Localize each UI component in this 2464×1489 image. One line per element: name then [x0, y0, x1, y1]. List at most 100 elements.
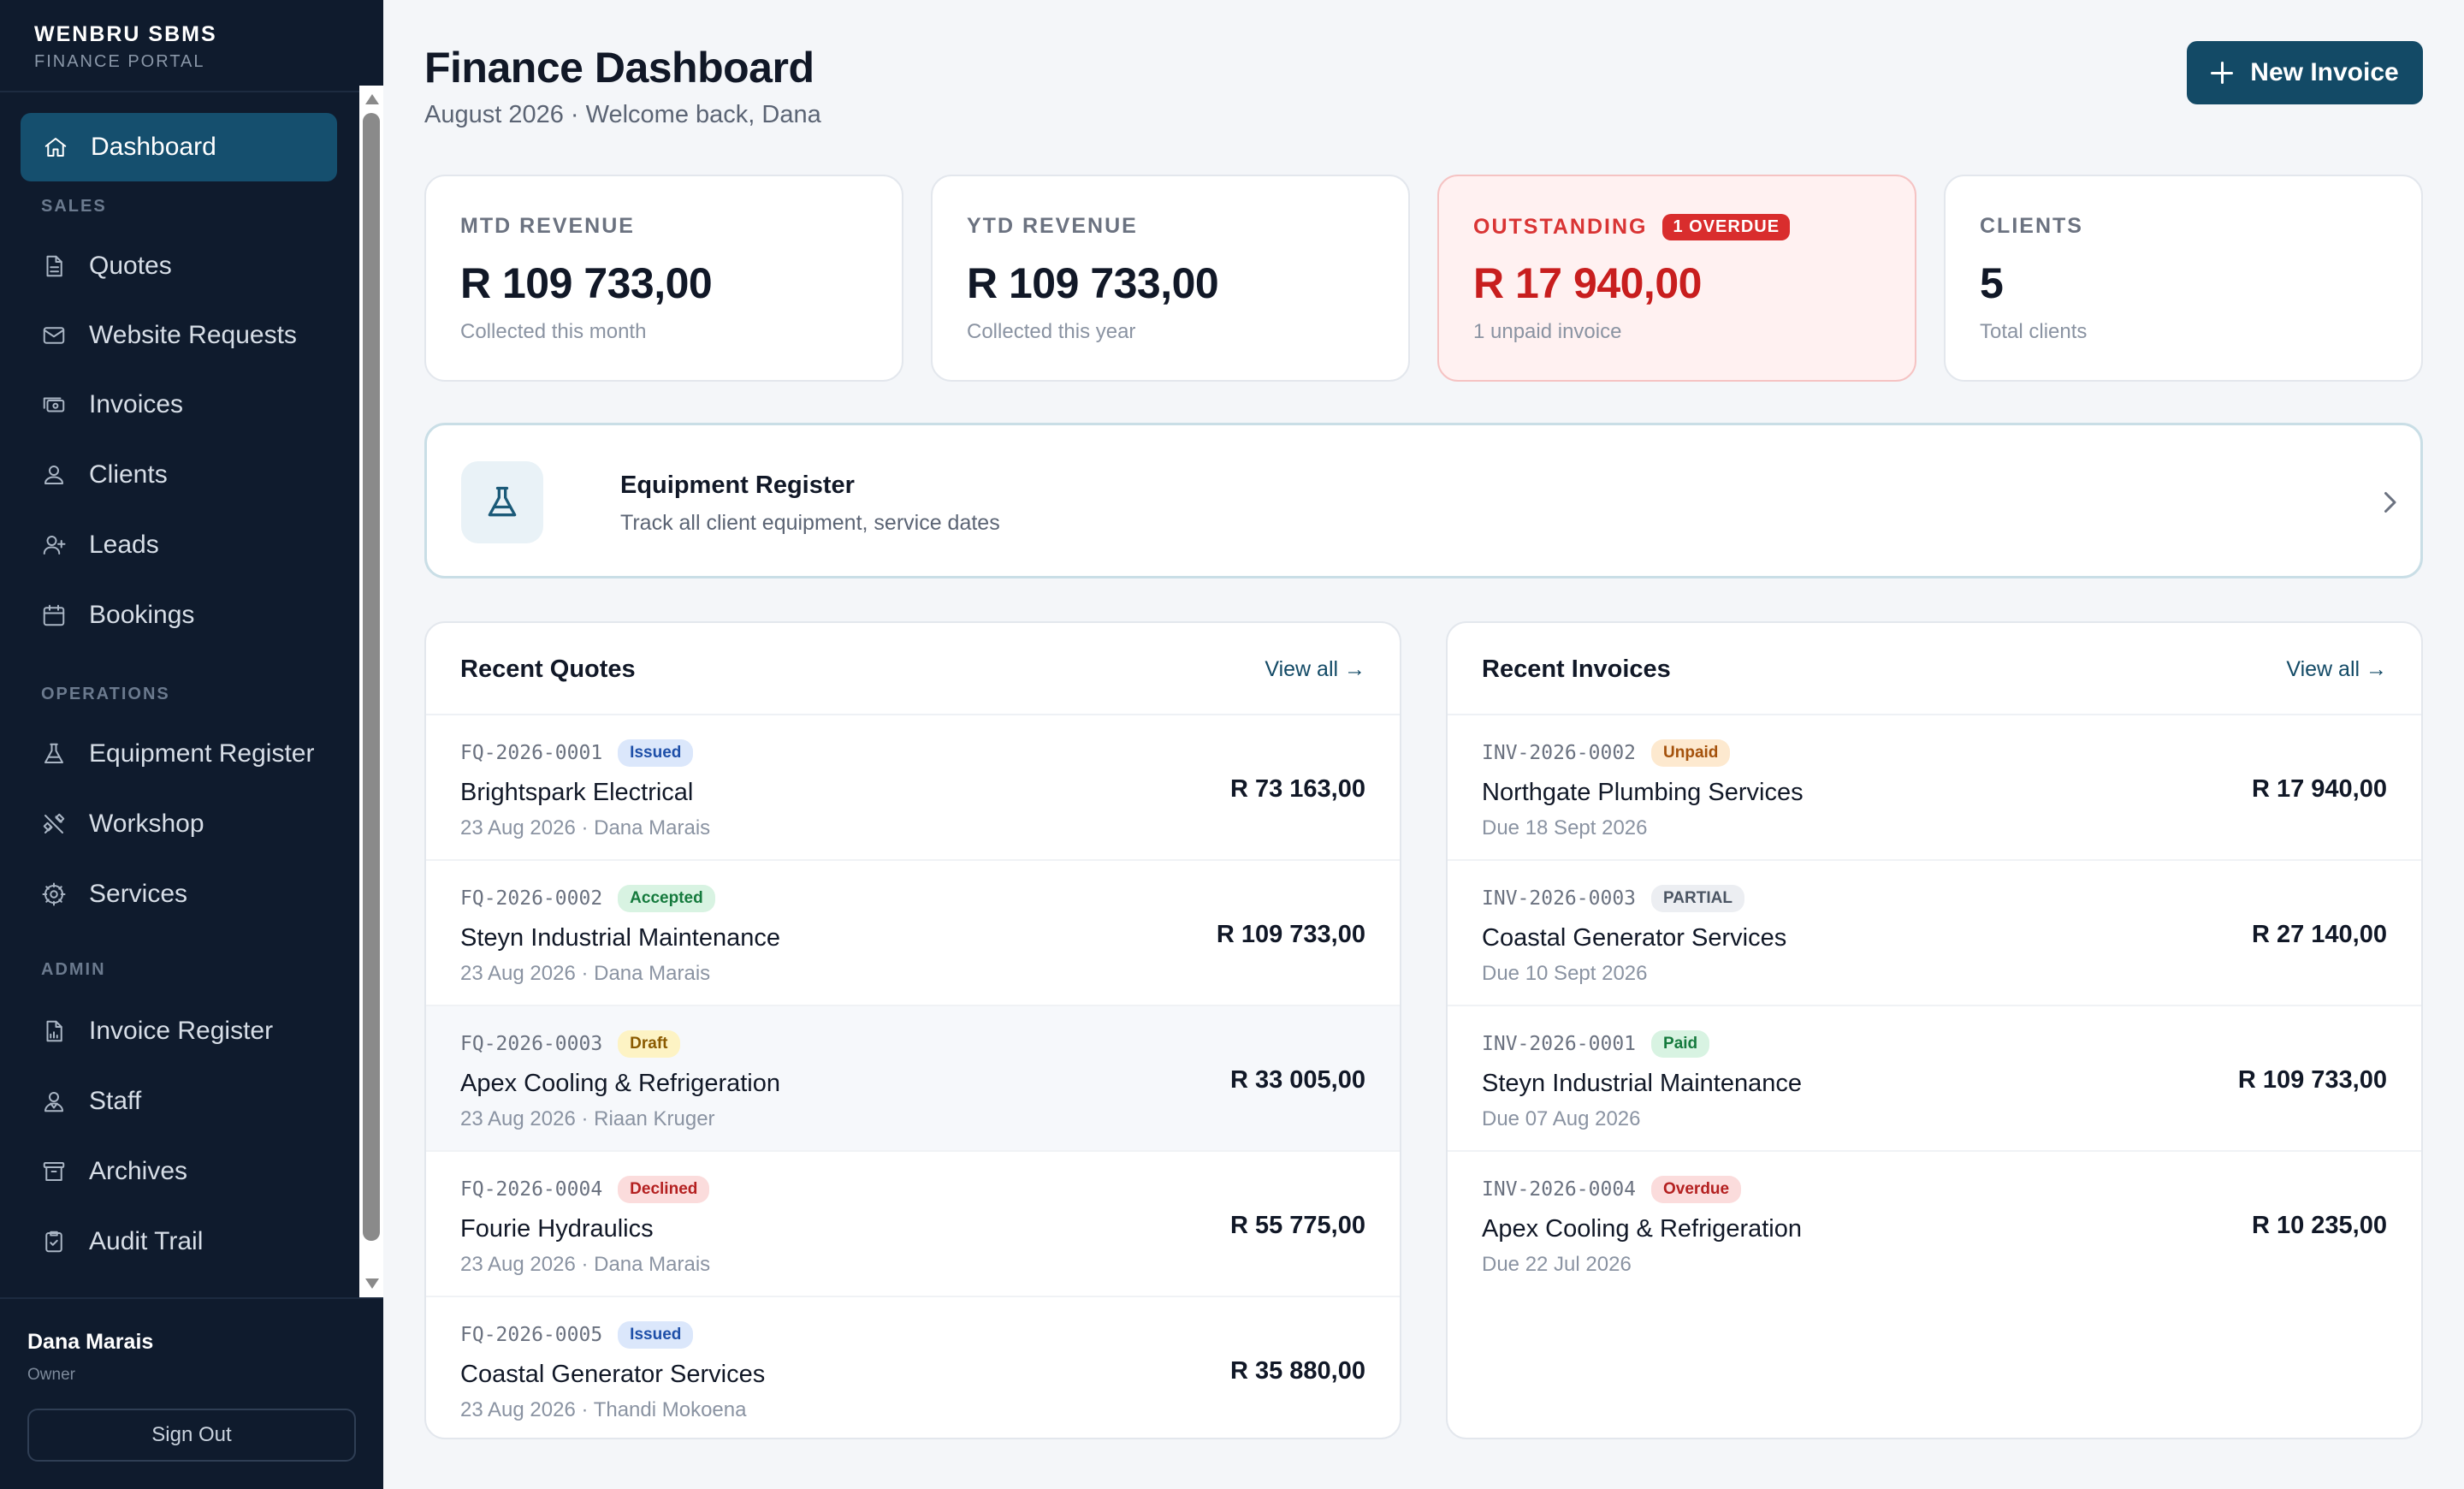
- scroll-up-arrow-icon[interactable]: [365, 94, 379, 104]
- sidebar-item-workshop[interactable]: Workshop: [21, 794, 337, 854]
- section-sales: SALES: [41, 197, 107, 216]
- status-badge: Draft: [618, 1030, 680, 1058]
- app-window: WENBRU SBMS FINANCE PORTAL Dashboard SAL…: [0, 0, 2464, 1489]
- sidebar-item-audit-trail[interactable]: Audit Trail: [21, 1212, 337, 1272]
- panel-title: Recent Invoices: [1482, 656, 1671, 683]
- sidebar-item-archives[interactable]: Archives: [21, 1142, 337, 1201]
- table-row[interactable]: FQ-2026-0005 Issued Coastal Generator Se…: [426, 1297, 1400, 1438]
- table-row[interactable]: FQ-2026-0001 Issued Brightspark Electric…: [426, 715, 1400, 861]
- sidebar-item-leads[interactable]: Leads: [21, 515, 337, 575]
- sidebar-item-staff[interactable]: Staff: [21, 1071, 337, 1131]
- kpi-label: CLIENTS: [1980, 214, 2083, 238]
- table-row[interactable]: FQ-2026-0004 Declined Fourie Hydraulics …: [426, 1152, 1400, 1297]
- table-row[interactable]: INV-2026-0001 Paid Steyn Industrial Main…: [1448, 1006, 2421, 1152]
- row-header: INV-2026-0004 Overdue: [1482, 1176, 1742, 1203]
- plus-icon: [2211, 62, 2234, 84]
- status-badge: Accepted: [618, 885, 715, 912]
- sidebar-item-invoice-register[interactable]: Invoice Register: [21, 1001, 337, 1061]
- client-name: Steyn Industrial Maintenance: [460, 924, 780, 952]
- table-row[interactable]: FQ-2026-0002 Accepted Steyn Industrial M…: [426, 861, 1400, 1006]
- scroll-thumb[interactable]: [363, 113, 380, 1241]
- sidebar-item-label: Audit Trail: [89, 1227, 204, 1255]
- main-content: Finance Dashboard August 2026 · Welcome …: [383, 0, 2464, 1489]
- equipment-register-card[interactable]: Equipment Register Track all client equi…: [424, 423, 2423, 578]
- sidebar-item-quotes[interactable]: Quotes: [21, 236, 337, 296]
- quote-id: FQ-2026-0003: [460, 1033, 603, 1055]
- due-date: Due 22 Jul 2026: [1482, 1253, 1632, 1276]
- view-all-invoices-link[interactable]: View all →: [2286, 657, 2387, 682]
- cash-icon: [41, 392, 67, 418]
- table-row[interactable]: FQ-2026-0003 Draft Apex Cooling & Refrig…: [426, 1006, 1400, 1152]
- kpi-value: 5: [1980, 259, 2004, 307]
- recent-invoices-panel: Recent Invoices View all → INV-2026-0002…: [1446, 621, 2423, 1439]
- tools-icon: [41, 811, 67, 837]
- row-amount: R 27 140,00: [2251, 921, 2387, 948]
- sidebar-item-label: Quotes: [89, 252, 172, 280]
- kpi-note: Collected this month: [460, 320, 647, 343]
- new-invoice-button[interactable]: New Invoice: [2187, 41, 2423, 104]
- panel-title: Recent Quotes: [460, 656, 636, 683]
- sidebar-scrollbar[interactable]: [359, 86, 383, 1297]
- kpi-label: OUTSTANDING 1 OVERDUE: [1473, 214, 1791, 240]
- report-icon: [41, 1018, 67, 1044]
- sidebar-item-website-requests[interactable]: Website Requests: [21, 306, 337, 365]
- scroll-down-arrow-icon[interactable]: [365, 1278, 379, 1289]
- brand-subtitle: FINANCE PORTAL: [34, 52, 205, 71]
- view-all-quotes-link[interactable]: View all →: [1265, 657, 1365, 682]
- sidebar-item-label: Equipment Register: [89, 739, 315, 768]
- kpi-value: R 109 733,00: [967, 259, 1219, 307]
- invoice-id: INV-2026-0003: [1482, 887, 1637, 910]
- sidebar-item-label: Leads: [89, 531, 159, 559]
- sidebar-item-label: Workshop: [89, 810, 204, 838]
- sidebar-item-label: Archives: [89, 1157, 188, 1185]
- equipment-description: Track all client equipment, service date…: [620, 511, 1000, 535]
- flask-icon: [461, 461, 543, 543]
- status-badge: Overdue: [1651, 1176, 1742, 1203]
- sign-out-button[interactable]: Sign Out: [27, 1409, 356, 1462]
- client-name: Coastal Generator Services: [460, 1361, 766, 1388]
- client-name: Coastal Generator Services: [1482, 924, 1787, 952]
- sidebar-item-clients[interactable]: Clients: [21, 445, 337, 505]
- sidebar-item-services[interactable]: Services: [21, 864, 337, 924]
- equipment-title: Equipment Register: [620, 472, 855, 499]
- row-header: FQ-2026-0003 Draft: [460, 1030, 680, 1058]
- quote-id: FQ-2026-0005: [460, 1324, 603, 1346]
- status-badge: Declined: [618, 1176, 710, 1203]
- status-badge: Issued: [618, 739, 694, 767]
- kpi-label-text: OUTSTANDING: [1473, 215, 1648, 239]
- row-amount: R 35 880,00: [1229, 1357, 1365, 1385]
- kpi-card-mtd-revenue: MTD REVENUE R 109 733,00 Collected this …: [424, 175, 903, 382]
- table-row[interactable]: INV-2026-0002 Unpaid Northgate Plumbing …: [1448, 715, 2421, 861]
- invoice-id: INV-2026-0002: [1482, 742, 1637, 764]
- row-amount: R 73 163,00: [1229, 775, 1365, 803]
- brand-name: WENBRU SBMS: [34, 22, 217, 46]
- document-icon: [41, 253, 67, 279]
- calendar-icon: [41, 602, 67, 628]
- sidebar-item-equipment-register[interactable]: Equipment Register: [21, 724, 337, 784]
- user-role: Owner: [27, 1366, 75, 1384]
- user-name: Dana Marais: [27, 1330, 154, 1354]
- status-badge: Unpaid: [1651, 739, 1731, 767]
- invoice-id: INV-2026-0001: [1482, 1033, 1637, 1055]
- clipboard-check-icon: [41, 1229, 67, 1255]
- sidebar-item-bookings[interactable]: Bookings: [21, 585, 337, 645]
- user-plus-icon: [41, 532, 67, 558]
- archive-icon: [41, 1159, 67, 1184]
- sidebar-nav: Dashboard SALES Quotes Website Requests: [0, 92, 359, 1297]
- sidebar-item-dashboard[interactable]: Dashboard: [21, 113, 337, 181]
- new-invoice-label: New Invoice: [2250, 58, 2399, 86]
- kpi-value: R 17 940,00: [1473, 259, 1702, 307]
- status-badge: Issued: [618, 1321, 694, 1349]
- sidebar-item-invoices[interactable]: Invoices: [21, 375, 337, 435]
- panel-header: Recent Invoices View all →: [1448, 623, 2421, 715]
- kpi-card-clients: CLIENTS 5 Total clients: [1944, 175, 2423, 382]
- sidebar-item-label: Website Requests: [89, 321, 297, 349]
- gear-icon: [41, 881, 67, 907]
- row-header: INV-2026-0002 Unpaid: [1482, 739, 1731, 767]
- table-row[interactable]: INV-2026-0003 PARTIAL Coastal Generator …: [1448, 861, 2421, 1006]
- sidebar-item-label: Invoice Register: [89, 1017, 274, 1045]
- row-header: FQ-2026-0002 Accepted: [460, 885, 715, 912]
- table-row[interactable]: INV-2026-0004 Overdue Apex Cooling & Ref…: [1448, 1152, 2421, 1297]
- user-icon: [41, 462, 67, 488]
- section-admin: ADMIN: [41, 960, 106, 979]
